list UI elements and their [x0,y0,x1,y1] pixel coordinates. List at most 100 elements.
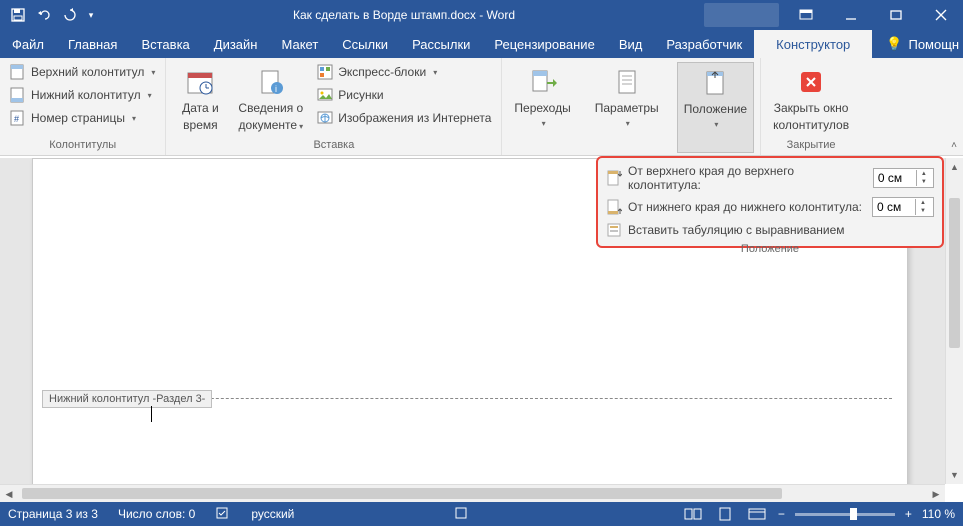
undo-button[interactable] [32,3,56,27]
pictures-label: Рисунки [338,88,383,102]
header-distance-icon [606,170,622,186]
quick-parts-icon [317,64,333,80]
word-count[interactable]: Число слов: 0 [118,507,195,521]
header-button[interactable]: Верхний колонтитул▾ [6,62,159,82]
quick-access-toolbar: ▾ [0,3,104,27]
chevron-down-icon: ▾ [542,119,546,128]
scroll-right-button[interactable]: ▶ [927,485,945,503]
chevron-down-icon: ▾ [148,91,152,100]
vscroll-thumb[interactable] [949,198,960,348]
ribbon: Верхний колонтитул▾ Нижний колонтитул ▾ #… [0,58,963,156]
spin-down-button[interactable]: ▼ [916,207,930,215]
tell-me-button[interactable]: 💡 Помощн [872,30,963,58]
redo-button[interactable] [58,3,82,27]
pictures-button[interactable]: Рисунки [313,85,495,105]
close-window-button[interactable] [918,0,963,30]
tab-view[interactable]: Вид [607,30,655,58]
tab-home[interactable]: Главная [56,30,129,58]
text-cursor [151,406,152,422]
close-hf-button[interactable]: Закрыть окно колонтитулов [767,62,855,137]
title-bar: ▾ Как сделать в Ворде штамп.docx - Word [0,0,963,30]
language-indicator[interactable]: русский [251,507,294,521]
doc-info-button[interactable]: i Сведения о документе▾ [232,62,309,137]
vertical-scrollbar[interactable]: ▲ ▼ [945,158,963,484]
options-button[interactable]: Параметры▾ [589,62,665,153]
date-time-l1: Дата и [182,101,219,115]
spin-down-button[interactable]: ▼ [917,178,931,186]
close-hf-l1: Закрыть окно [774,101,849,115]
tab-review[interactable]: Рецензирование [482,30,606,58]
tab-mailings[interactable]: Рассылки [400,30,482,58]
header-from-top-input[interactable] [874,171,916,185]
page-number-icon: # [10,110,26,126]
ribbon-tabs: Файл Главная Вставка Дизайн Макет Ссылки… [0,30,963,58]
minimize-button[interactable] [828,0,873,30]
macro-button[interactable] [454,506,468,523]
callout-group-label: Положение [606,243,934,255]
date-time-button[interactable]: Дата и время [172,62,228,137]
tab-references[interactable]: Ссылки [330,30,400,58]
footer-button[interactable]: Нижний колонтитул ▾ [6,85,159,105]
ribbon-display-button[interactable] [783,0,828,30]
read-mode-button[interactable] [682,505,704,523]
position-label: Положение [684,102,747,116]
scroll-up-button[interactable]: ▲ [946,158,963,176]
quick-parts-button[interactable]: Экспресс-блоки▾ [313,62,495,82]
save-button[interactable] [6,3,30,27]
footer-label: Нижний колонтитул [31,88,141,102]
page-indicator[interactable]: Страница 3 из 3 [8,507,98,521]
zoom-in-button[interactable]: + [905,507,912,521]
group-headers-footers: Верхний колонтитул▾ Нижний колонтитул ▾ #… [0,58,166,155]
page-number-button[interactable]: #Номер страницы▾ [6,108,159,128]
close-icon [795,66,827,98]
insert-alignment-tab-label: Вставить табуляцию с выравниванием [628,223,845,237]
doc-info-l1: Сведения о [238,101,303,115]
zoom-thumb[interactable] [850,508,857,520]
goto-button[interactable]: Переходы ▾ [508,62,576,153]
header-from-top-row: От верхнего края до верхнего колонтитула… [606,164,934,192]
footer-from-bottom-row: От нижнего края до нижнего колонтитула: … [606,197,934,217]
scroll-down-button[interactable]: ▼ [946,466,963,484]
goto-label: Переходы [514,101,570,115]
user-account-button[interactable] [704,3,779,27]
spellcheck-button[interactable] [215,506,231,523]
position-icon [699,67,731,99]
insert-alignment-tab-button[interactable]: Вставить табуляцию с выравниванием [606,222,934,238]
footer-from-bottom-spinner[interactable]: ▲▼ [872,197,934,217]
hscroll-thumb[interactable] [22,488,782,499]
collapse-ribbon-button[interactable]: ˄ [949,138,959,153]
qat-customize-button[interactable]: ▾ [84,3,98,27]
footer-boundary [151,398,892,399]
position-button[interactable]: Положение▾ [677,62,754,153]
footer-from-bottom-label: От нижнего края до нижнего колонтитула: [628,200,862,214]
zoom-slider[interactable] [795,513,895,516]
group-label-hf: Колонтитулы [6,137,159,153]
group-label-close: Закрытие [767,137,855,153]
tab-file[interactable]: Файл [0,30,56,58]
scroll-left-button[interactable]: ◀ [0,485,18,503]
print-layout-button[interactable] [714,505,736,523]
zoom-level[interactable]: 110 % [922,507,955,521]
tab-constructor[interactable]: Конструктор [754,30,872,58]
zoom-out-button[interactable]: − [778,507,785,521]
spin-up-button[interactable]: ▲ [917,170,931,178]
horizontal-scrollbar[interactable]: ◀ ▶ [0,484,945,502]
svg-text:#: # [14,114,19,124]
svg-text:i: i [275,84,277,94]
tab-design[interactable]: Дизайн [202,30,270,58]
spin-up-button[interactable]: ▲ [916,199,930,207]
header-icon [10,64,26,80]
online-pictures-button[interactable]: Изображения из Интернета [313,108,495,128]
status-bar: Страница 3 из 3 Число слов: 0 русский − … [0,502,963,526]
window-title: Как сделать в Ворде штамп.docx - Word [104,8,704,22]
footer-from-bottom-input[interactable] [873,200,915,214]
maximize-button[interactable] [873,0,918,30]
window-controls [783,0,963,30]
tab-layout[interactable]: Макет [269,30,330,58]
group-insert: Дата и время i Сведения о документе▾ Экс… [166,58,502,155]
position-callout: От верхнего края до верхнего колонтитула… [596,156,944,248]
tab-insert[interactable]: Вставка [129,30,201,58]
header-from-top-spinner[interactable]: ▲▼ [873,168,934,188]
web-layout-button[interactable] [746,505,768,523]
tab-developer[interactable]: Разработчик [654,30,754,58]
